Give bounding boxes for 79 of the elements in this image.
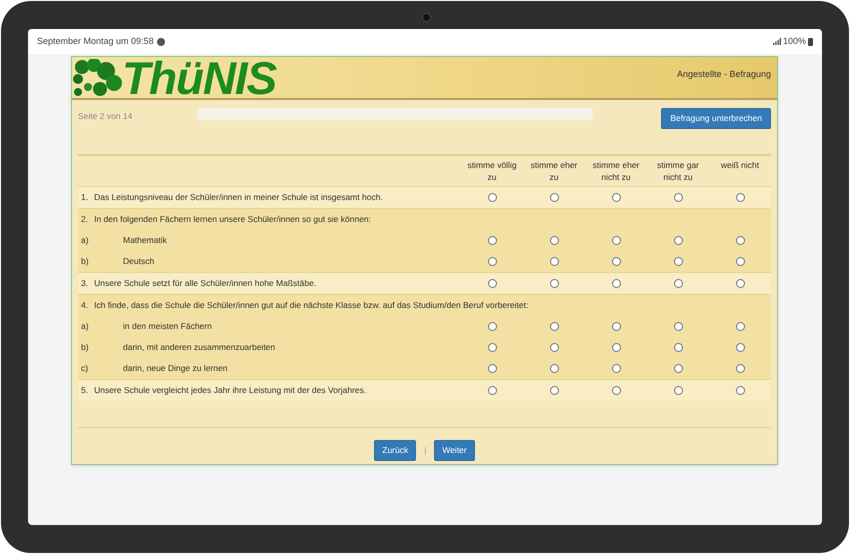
item-label: a): [81, 234, 90, 247]
question-number: 4.: [81, 299, 88, 312]
radio-button[interactable]: [736, 236, 744, 245]
radio-button[interactable]: [550, 236, 558, 245]
radio-button[interactable]: [736, 193, 744, 202]
signal-icon: [772, 38, 781, 45]
radio-button[interactable]: [736, 279, 744, 288]
question-number: 5.: [81, 384, 88, 397]
radio-button[interactable]: [736, 364, 744, 373]
item-label: c): [81, 362, 90, 375]
page-indicator: Seite 2 von 14: [78, 110, 134, 123]
column-header: stimme eher zu: [530, 159, 578, 183]
radio-button[interactable]: [674, 257, 682, 266]
radio-button[interactable]: [550, 193, 558, 202]
logo-icon: [72, 58, 122, 96]
question-number: 1.: [81, 191, 88, 204]
radio-button[interactable]: [488, 236, 496, 245]
radio-button[interactable]: [612, 193, 620, 202]
radio-button[interactable]: [674, 279, 682, 288]
question-number: 2.: [81, 213, 88, 226]
radio-button[interactable]: [736, 343, 744, 352]
separator: |: [424, 444, 426, 456]
radio-button[interactable]: [736, 257, 744, 266]
radio-button[interactable]: [550, 279, 558, 288]
radio-button[interactable]: [736, 322, 744, 331]
survey-title: Angestellte - Befragung: [676, 68, 771, 81]
radio-button[interactable]: [488, 322, 496, 331]
radio-button[interactable]: [612, 236, 620, 245]
column-header: stimme völlig zu: [466, 159, 518, 183]
item-label: b): [81, 255, 90, 268]
radio-button[interactable]: [674, 364, 682, 373]
item-label: b): [81, 341, 90, 354]
camera-icon: [422, 13, 431, 22]
radio-button[interactable]: [674, 193, 682, 202]
radio-button[interactable]: [674, 343, 682, 352]
battery-icon: [808, 38, 813, 46]
radio-button[interactable]: [612, 386, 620, 395]
item-text: darin, mit anderen zusammenzuarbeiten: [123, 341, 276, 354]
radio-button[interactable]: [736, 386, 744, 395]
radio-button[interactable]: [612, 343, 620, 352]
radio-button[interactable]: [674, 386, 682, 395]
radio-button[interactable]: [550, 343, 558, 352]
question-text: Unsere Schule setzt für alle Schüler/innen hohe Maßstäbe.: [94, 277, 316, 290]
radio-button[interactable]: [488, 279, 496, 288]
battery-percent: 100%: [782, 34, 806, 48]
radio-button[interactable]: [674, 322, 682, 331]
logo-text: ThüNIS: [122, 54, 276, 100]
question-text: In den folgenden Fächern lernen unsere Schüler/innen so gut sie können:: [94, 213, 372, 226]
radio-button[interactable]: [550, 386, 558, 395]
column-header: stimme eher nicht zu: [592, 159, 640, 183]
column-header: weiß nicht: [720, 159, 760, 172]
notification-icon: [156, 38, 165, 46]
question-text: Unsere Schule vergleicht jedes Jahr ihre Leistung mit der des Vorjahres.: [94, 384, 366, 397]
item-text: in den meisten Fächern: [123, 320, 212, 333]
item-text: Deutsch: [123, 255, 154, 268]
radio-button[interactable]: [612, 279, 620, 288]
back-button[interactable]: Zurück: [374, 440, 416, 461]
item-text: darin, neue Dinge zu lernen: [123, 362, 228, 375]
pause-button[interactable]: Befragung unterbrechen: [661, 108, 771, 129]
item-text: Mathematik: [123, 234, 167, 247]
radio-button[interactable]: [488, 364, 496, 373]
status-time: September Montag um 09:58: [37, 34, 154, 48]
question-text: Ich finde, dass die Schule die Schüler/innen gut auf die nächste Klasse bzw. auf das Studium/den Beruf vorbereitet:: [94, 299, 528, 312]
radio-button[interactable]: [488, 257, 496, 266]
radio-button[interactable]: [612, 364, 620, 373]
radio-button[interactable]: [550, 322, 558, 331]
radio-button[interactable]: [488, 343, 496, 352]
next-button[interactable]: Weiter: [434, 440, 475, 461]
radio-button[interactable]: [674, 236, 682, 245]
radio-button[interactable]: [612, 257, 620, 266]
radio-button[interactable]: [488, 193, 496, 202]
question-text: Das Leistungsniveau der Schüler/innen in meiner Schule ist insgesamt hoch.: [94, 191, 383, 204]
radio-button[interactable]: [612, 322, 620, 331]
radio-button[interactable]: [550, 364, 558, 373]
radio-button[interactable]: [550, 257, 558, 266]
question-number: 3.: [81, 277, 88, 290]
item-label: a): [81, 320, 90, 333]
radio-button[interactable]: [488, 386, 496, 395]
column-header: stimme gar nicht zu: [656, 159, 700, 183]
